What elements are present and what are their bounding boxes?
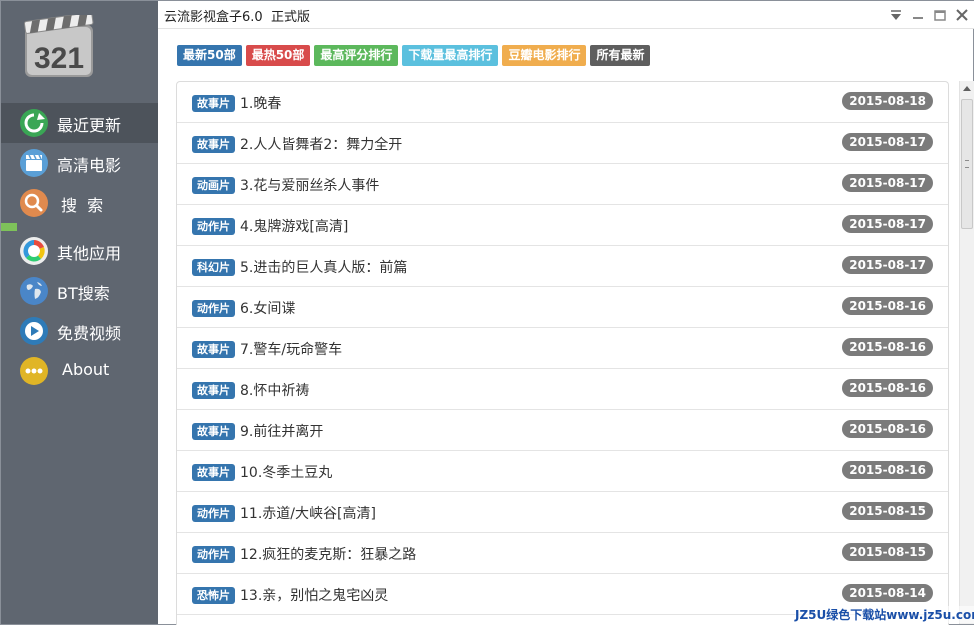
table-row[interactable]: 动作片 12.疯狂的麦克斯：狂暴之路 2015-08-15 bbox=[177, 533, 948, 574]
table-row[interactable]: 动作片 6.女间谍 2015-08-16 bbox=[177, 287, 948, 328]
genre-badge: 科幻片 bbox=[192, 259, 235, 276]
table-row[interactable]: 动作片 4.鬼牌游戏[高清] 2015-08-17 bbox=[177, 205, 948, 246]
sidebar-marker bbox=[1, 223, 17, 231]
sidebar-nav: 最近更新 高清电影 搜 索 其他应用 BT搜索 免费视频 About bbox=[1, 103, 158, 391]
movie-title[interactable]: 9.前往并离开 bbox=[240, 421, 323, 441]
date-badge: 2015-08-16 bbox=[842, 461, 933, 479]
date-badge: 2015-08-17 bbox=[842, 215, 933, 233]
sidebar-item-free-video[interactable]: 免费视频 bbox=[1, 311, 158, 351]
sidebar-item-bt-search[interactable]: BT搜索 bbox=[1, 271, 158, 311]
date-badge: 2015-08-16 bbox=[842, 379, 933, 397]
date-badge: 2015-08-15 bbox=[842, 543, 933, 561]
sidebar-item-about[interactable]: About bbox=[1, 351, 158, 391]
menu-dropdown-icon[interactable] bbox=[888, 7, 904, 23]
sidebar-item-recent[interactable]: 最近更新 bbox=[1, 103, 158, 143]
genre-badge: 故事片 bbox=[192, 423, 235, 440]
close-icon[interactable] bbox=[954, 7, 970, 23]
filter-tab[interactable]: 豆瓣电影排行 bbox=[502, 45, 587, 66]
movie-title[interactable]: 1.晚春 bbox=[240, 93, 281, 113]
movie-title[interactable]: 2.人人皆舞者2：舞力全开 bbox=[240, 134, 402, 154]
sidebar-item-hd-movies[interactable]: 高清电影 bbox=[1, 143, 158, 183]
globe-icon bbox=[20, 277, 48, 305]
logo-text: 321 bbox=[34, 42, 84, 75]
sidebar-item-label: 高清电影 bbox=[57, 156, 122, 175]
genre-badge: 动作片 bbox=[192, 218, 235, 235]
title-bar: 云流影视盒子6.0 正式版 bbox=[158, 1, 974, 29]
clapperboard-icon bbox=[20, 149, 48, 177]
filter-tab[interactable]: 最热50部 bbox=[245, 45, 311, 66]
genre-badge: 动作片 bbox=[192, 505, 235, 522]
more-icon bbox=[20, 357, 48, 385]
table-row[interactable]: 故事片 7.警车/玩命警车 2015-08-16 bbox=[177, 328, 948, 369]
date-badge: 2015-08-15 bbox=[842, 502, 933, 520]
search-icon bbox=[20, 189, 48, 217]
genre-badge: 动作片 bbox=[192, 300, 235, 317]
filter-tab[interactable]: 最高评分排行 bbox=[314, 45, 399, 66]
movie-title[interactable]: 12.疯狂的麦克斯：狂暴之路 bbox=[240, 544, 416, 564]
movie-title[interactable]: 6.女间谍 bbox=[240, 298, 295, 318]
genre-badge: 故事片 bbox=[192, 382, 235, 399]
table-row[interactable]: 故事片 10.冬季土豆丸 2015-08-16 bbox=[177, 451, 948, 492]
apps-icon bbox=[20, 237, 48, 265]
sidebar-item-search[interactable]: 搜 索 bbox=[1, 183, 158, 223]
window-controls bbox=[888, 7, 970, 23]
app-window: 321 最近更新 高清电影 搜 索 其他应用 BT搜索 免费视频 About 云… bbox=[0, 0, 974, 625]
table-row[interactable]: 故事片 2.人人皆舞者2：舞力全开 2015-08-17 bbox=[177, 123, 948, 164]
sidebar-item-label: 搜 索 bbox=[61, 196, 104, 215]
sidebar-item-label: About bbox=[62, 360, 110, 379]
genre-badge: 故事片 bbox=[192, 136, 235, 153]
sidebar-item-label: 其他应用 bbox=[57, 244, 122, 263]
sidebar-item-label: 免费视频 bbox=[57, 324, 122, 343]
genre-badge: 动作片 bbox=[192, 546, 235, 563]
maximize-icon[interactable] bbox=[932, 7, 948, 23]
movie-title[interactable]: 8.怀中祈祷 bbox=[240, 380, 309, 400]
scrollbar[interactable] bbox=[959, 81, 974, 624]
date-badge: 2015-08-16 bbox=[842, 338, 933, 356]
date-badge: 2015-08-17 bbox=[842, 256, 933, 274]
scroll-up-arrow-icon[interactable] bbox=[963, 86, 971, 91]
minimize-icon[interactable] bbox=[910, 7, 926, 23]
app-logo: 321 bbox=[23, 15, 94, 77]
movie-title[interactable]: 11.赤道/大峡谷[高清] bbox=[240, 503, 376, 523]
filter-tab[interactable]: 所有最新 bbox=[590, 45, 651, 66]
date-badge: 2015-08-18 bbox=[842, 92, 933, 110]
table-row[interactable]: 故事片 1.晚春 2015-08-18 bbox=[177, 82, 948, 123]
date-badge: 2015-08-17 bbox=[842, 174, 933, 192]
genre-badge: 故事片 bbox=[192, 341, 235, 358]
genre-badge: 故事片 bbox=[192, 95, 235, 112]
sidebar-item-label: 最近更新 bbox=[57, 116, 122, 135]
sidebar: 321 最近更新 高清电影 搜 索 其他应用 BT搜索 免费视频 About bbox=[1, 1, 158, 624]
play-icon bbox=[20, 317, 48, 345]
movie-title[interactable]: 10.冬季土豆丸 bbox=[240, 462, 332, 482]
filter-tab[interactable]: 最新50部 bbox=[177, 45, 242, 66]
movie-title[interactable]: 4.鬼牌游戏[高清] bbox=[240, 216, 348, 236]
movie-title[interactable]: 5.进击的巨人真人版：前篇 bbox=[240, 257, 407, 277]
genre-badge: 故事片 bbox=[192, 464, 235, 481]
movie-title[interactable]: 7.警车/玩命警车 bbox=[240, 339, 342, 359]
table-row[interactable]: 动画片 3.花与爱丽丝杀人事件 2015-08-17 bbox=[177, 164, 948, 205]
table-row[interactable]: 科幻片 5.进击的巨人真人版：前篇 2015-08-17 bbox=[177, 246, 948, 287]
window-title: 云流影视盒子6.0 正式版 bbox=[164, 10, 310, 25]
sidebar-item-label: BT搜索 bbox=[57, 284, 110, 303]
refresh-icon bbox=[20, 109, 48, 137]
filter-tab[interactable]: 下载量最高排行 bbox=[402, 45, 499, 66]
date-badge: 2015-08-16 bbox=[842, 297, 933, 315]
scroll-thumb[interactable] bbox=[961, 99, 973, 229]
movie-list: 故事片 1.晚春 2015-08-18 故事片 2.人人皆舞者2：舞力全开 2015-08… bbox=[176, 81, 949, 625]
movie-title[interactable]: 3.花与爱丽丝杀人事件 bbox=[240, 175, 379, 195]
filter-tabs: 最新50部 最热50部 最高评分排行 下载量最高排行 豆瓣电影排行 所有最新 bbox=[177, 45, 651, 67]
table-row[interactable]: 故事片 8.怀中祈祷 2015-08-16 bbox=[177, 369, 948, 410]
date-badge: 2015-08-17 bbox=[842, 133, 933, 151]
table-row[interactable]: 动作片 11.赤道/大峡谷[高清] 2015-08-15 bbox=[177, 492, 948, 533]
movie-title[interactable]: 13.亲，别怕之鬼宅凶灵 bbox=[240, 585, 388, 605]
thumb-grip bbox=[965, 160, 969, 168]
date-badge: 2015-08-14 bbox=[842, 584, 933, 602]
watermark: JZ5U绿色下载站www.jz5u.com bbox=[795, 606, 974, 623]
genre-badge: 动画片 bbox=[192, 177, 235, 194]
table-row[interactable]: 故事片 9.前往并离开 2015-08-16 bbox=[177, 410, 948, 451]
date-badge: 2015-08-16 bbox=[842, 420, 933, 438]
genre-badge: 恐怖片 bbox=[192, 587, 235, 604]
sidebar-item-other-apps[interactable]: 其他应用 bbox=[1, 231, 158, 271]
